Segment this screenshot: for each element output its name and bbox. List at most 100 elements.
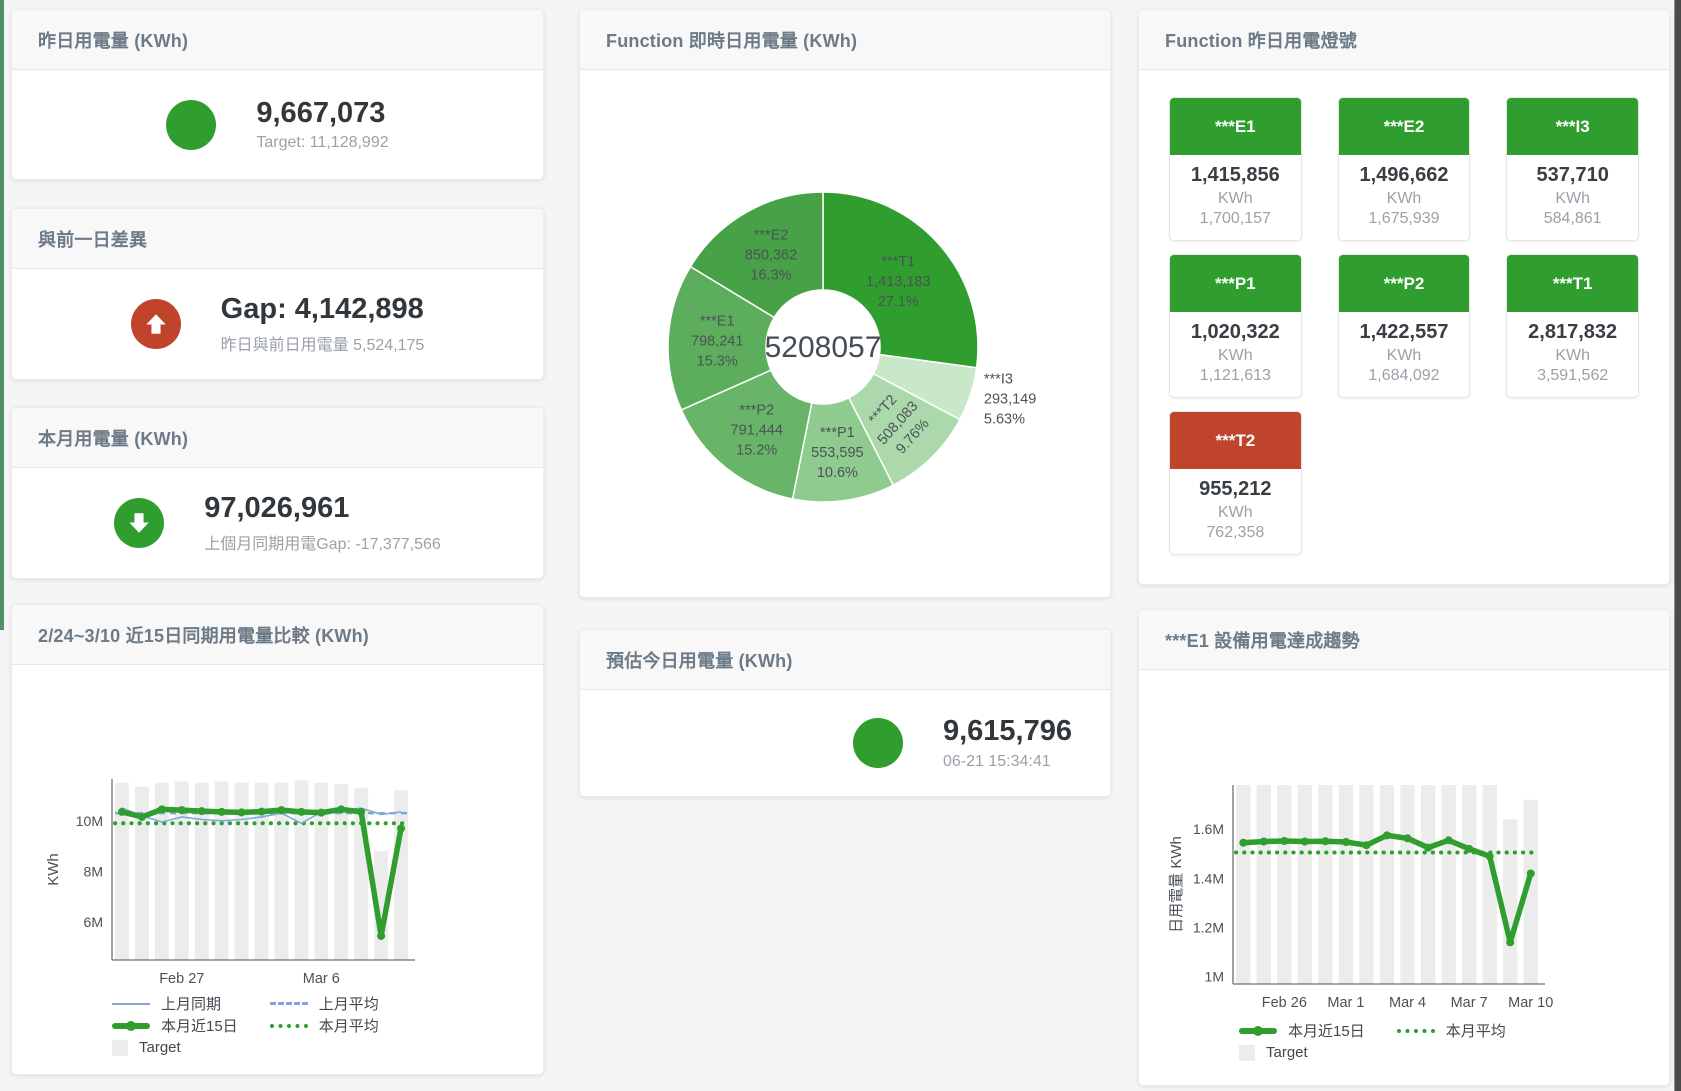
left-edge-accent	[0, 0, 4, 630]
tile-unit: KWh	[1170, 504, 1301, 522]
tile-target: 1,684,092	[1339, 367, 1470, 385]
status-circle-icon	[166, 100, 216, 150]
svg-text:***P2: ***P2	[739, 403, 774, 419]
day-gap-value: Gap: 4,142,898	[221, 293, 425, 326]
svg-text:5.63%: 5.63%	[984, 412, 1025, 428]
y-tick-label: 8M	[84, 863, 103, 879]
tile-body: 955,212KWh762,358	[1170, 469, 1301, 554]
legend-item-上月平均[interactable]: 上月平均	[270, 995, 379, 1012]
legend-label: 上月平均	[319, 993, 379, 1014]
target-bar	[1236, 785, 1250, 984]
estimated-today-stat: 9,615,796 06-21 15:34:41	[580, 690, 1110, 796]
stat-text: Gap: 4,142,898 昨日與前日用電量 5,524,175	[221, 293, 425, 354]
y-tick-label: 10M	[76, 813, 103, 829]
stat-text: 9,667,073 Target: 11,128,992	[256, 97, 388, 152]
target-bar	[1339, 785, 1353, 984]
legend-item-上月同期[interactable]: 上月同期	[112, 995, 238, 1012]
legend-item-本月平均[interactable]: 本月平均	[1397, 1022, 1506, 1039]
panel-title-estimated-today: 預估今日用電量 (KWh)	[580, 630, 1110, 690]
arrow-down-icon	[114, 498, 164, 548]
y-tick-label: 1.4M	[1193, 870, 1224, 886]
data-point	[1445, 836, 1453, 844]
legend-swatch	[112, 1040, 128, 1056]
month-usage-stat: 97,026,961 上個月同期用電Gap: -17,377,566	[12, 468, 543, 578]
day-gap-subtitle: 昨日與前日用電量 5,524,175	[221, 331, 425, 355]
target-bar	[1318, 785, 1332, 984]
status-tile-***T2: ***T2955,212KWh762,358	[1169, 411, 1302, 555]
status-tiles-grid: ***E11,415,856KWh1,700,157 ***E2 1,496,662…	[1139, 70, 1669, 555]
legend-item-本月近15日[interactable]: 本月近15日	[1239, 1022, 1365, 1039]
yesterday-usage-value: 9,667,073	[256, 97, 388, 130]
svg-text:***E1: ***E1	[700, 313, 735, 329]
legend-swatch	[112, 1023, 150, 1029]
tile-unit: KWh	[1507, 347, 1638, 365]
x-tick-label: Feb 26	[1262, 995, 1307, 1011]
panel-day-gap: 與前一日差異 Gap: 4,142,898 昨日與前日用電量 5,524,175	[11, 208, 544, 380]
panel-title-day-gap: 與前一日差異	[12, 209, 543, 269]
comparison-chart-legend: 上月同期 上月平均本月近15日 本月平均 Target	[112, 995, 379, 1056]
tile-name: ***E2	[1339, 98, 1470, 155]
target-bar	[1380, 785, 1394, 984]
data-point	[1239, 839, 1247, 847]
svg-text:10.6%: 10.6%	[817, 465, 858, 481]
target-bar	[1462, 785, 1476, 984]
arrow-up-icon	[131, 299, 181, 349]
legend-item-本月平均[interactable]: 本月平均	[270, 1017, 379, 1034]
legend-item-Target[interactable]: Target	[112, 1039, 238, 1056]
tile-body: 1,415,856KWh1,700,157	[1170, 155, 1301, 240]
function-usage-donut-chart: ***T11,413,18327.1%***I3293,1495.63%***T…	[580, 70, 1110, 597]
tile-unit: KWh	[1339, 190, 1470, 208]
data-point	[1301, 838, 1309, 846]
tile-target: 1,121,613	[1170, 367, 1301, 385]
panel-15day-comparison: 2/24~3/10 近15日同期用電量比較 (KWh) 6M8M10MFeb 2…	[11, 604, 544, 1075]
y-tick-label: 1.2M	[1193, 919, 1224, 935]
status-tile-***E1: ***E11,415,856KWh1,700,157	[1169, 97, 1302, 241]
tile-target: 1,700,157	[1170, 210, 1301, 228]
svg-text:***I3: ***I3	[984, 372, 1013, 388]
y-tick-label: 6M	[84, 914, 103, 930]
month-usage-gap: 上個月同期用電Gap: -17,377,566	[204, 530, 441, 554]
panel-function-realtime-usage: Function 即時日用電量 (KWh) ***T11,413,18327.1…	[579, 9, 1111, 598]
legend-swatch	[1239, 1045, 1255, 1061]
data-point	[218, 808, 226, 816]
svg-text:***E2: ***E2	[754, 228, 789, 244]
panel-title-function-realtime: Function 即時日用電量 (KWh)	[580, 10, 1110, 70]
data-point	[1506, 938, 1514, 946]
tile-body: 1,496,662KWh1,675,939	[1339, 155, 1470, 240]
legend-label: 本月平均	[1446, 1020, 1506, 1041]
legend-swatch	[270, 1024, 308, 1028]
legend-label: 上月同期	[161, 993, 221, 1014]
tile-body: 2,817,832KWh3,591,562	[1507, 312, 1638, 397]
tile-value: 1,496,662	[1339, 164, 1470, 187]
data-point	[258, 808, 266, 816]
tile-target: 584,861	[1507, 210, 1638, 228]
target-bar	[394, 790, 408, 960]
y-tick-label: 1M	[1205, 969, 1224, 985]
stat-text: 97,026,961 上個月同期用電Gap: -17,377,566	[204, 492, 441, 553]
data-point	[1465, 845, 1473, 853]
panel-title-status-lights: Function 昨日用電燈號	[1139, 10, 1669, 70]
tile-name: ***T1	[1507, 255, 1638, 312]
legend-label: 本月近15日	[1288, 1020, 1365, 1041]
data-point	[377, 932, 385, 940]
data-point	[1527, 869, 1535, 877]
legend-item-本月近15日[interactable]: 本月近15日	[112, 1017, 238, 1034]
estimated-today-timestamp: 06-21 15:34:41	[943, 753, 1072, 771]
data-point	[198, 807, 206, 815]
legend-label: Target	[139, 1039, 181, 1056]
panel-title-month-usage: 本月用電量 (KWh)	[12, 408, 543, 468]
data-point	[297, 808, 305, 816]
panel-month-usage: 本月用電量 (KWh) 97,026,961 上個月同期用電Gap: -17,3…	[11, 407, 544, 579]
svg-text:27.1%: 27.1%	[878, 294, 919, 310]
data-point	[397, 824, 405, 832]
legend-swatch	[112, 1003, 150, 1005]
tile-value: 537,710	[1507, 164, 1638, 187]
svg-text:15.2%: 15.2%	[736, 443, 777, 459]
target-bar	[1400, 785, 1414, 984]
legend-swatch	[1239, 1028, 1277, 1034]
panel-title-15day-comparison: 2/24~3/10 近15日同期用電量比較 (KWh)	[12, 605, 543, 665]
scrollbar-track[interactable]	[1674, 0, 1681, 1091]
tile-unit: KWh	[1170, 347, 1301, 365]
legend-item-Target[interactable]: Target	[1239, 1044, 1365, 1061]
day-gap-stat: Gap: 4,142,898 昨日與前日用電量 5,524,175	[12, 269, 543, 379]
